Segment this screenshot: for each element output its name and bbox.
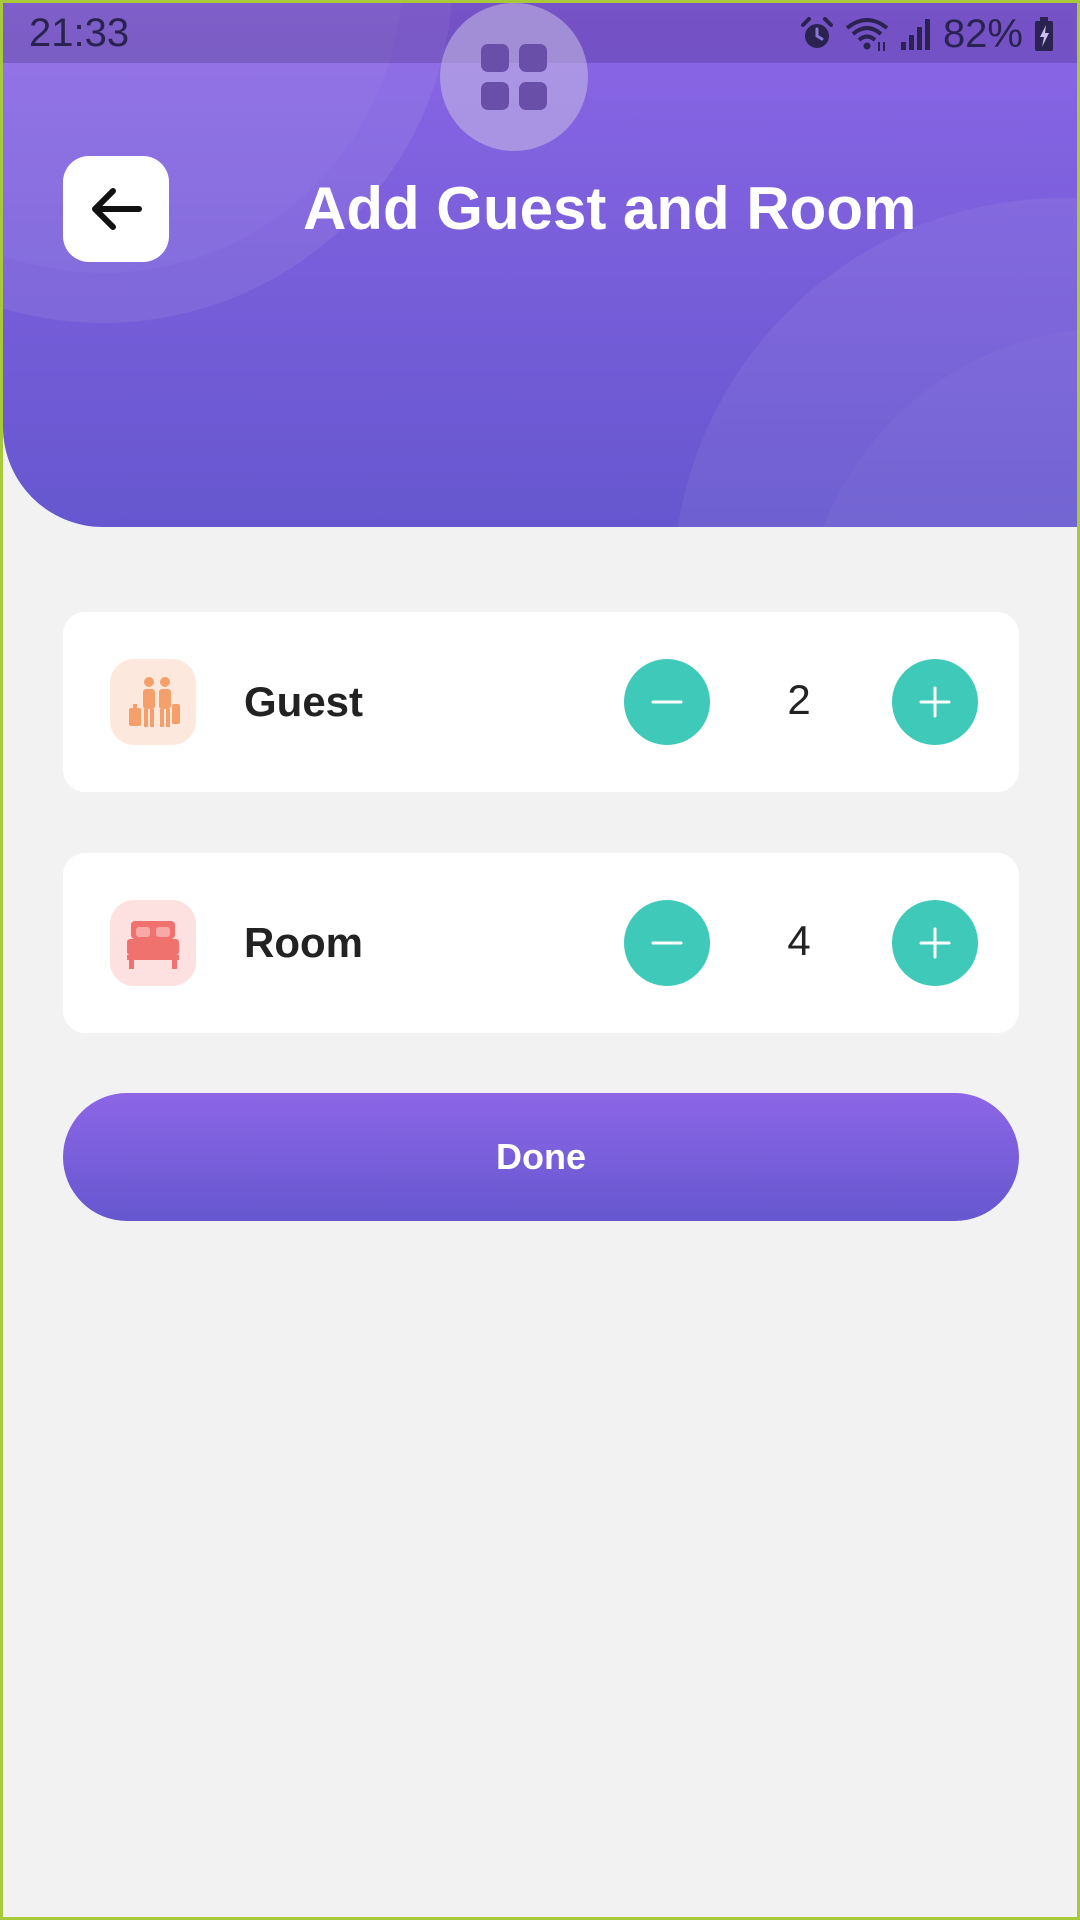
minus-icon [651,941,683,945]
alarm-icon [800,17,833,48]
room-counter-card: Room 4 [63,853,1019,1033]
grid-apps-icon [481,44,547,110]
guests-luggage-icon [129,677,180,727]
guest-label: Guest [244,678,364,725]
page-title: Add Guest and Room [303,175,917,242]
room-icon-tile [110,900,196,986]
plus-icon [919,927,951,959]
room-label: Room [244,919,363,966]
room-decrement-button[interactable] [624,900,710,986]
back-button[interactable] [63,156,169,262]
bed-icon [127,921,179,969]
guest-counter-card: Guest 2 [63,612,1019,792]
battery-charging-icon [1035,17,1053,51]
guest-icon-tile [110,659,196,745]
room-count-value: 4 [787,917,811,964]
floating-apps-button[interactable] [440,3,588,151]
minus-icon [651,700,683,704]
signal-icon [900,19,930,50]
status-icons: 82% [799,11,1055,57]
arrow-left-icon [92,188,142,230]
guest-decrement-button[interactable] [624,659,710,745]
wifi-icon [845,18,889,51]
done-button[interactable]: Done [63,1093,1019,1221]
header-decoration-circle [673,198,1077,527]
guest-count-value: 2 [787,676,811,723]
plus-icon [919,686,951,718]
guest-increment-button[interactable] [892,659,978,745]
battery-percentage: 82% [942,12,1023,56]
status-time: 21:33 [29,11,130,55]
room-increment-button[interactable] [892,900,978,986]
screen: Add Guest and Room 21:33 82% Guest 2 Roo… [3,3,1077,1917]
header-decoration-circle [803,328,1077,527]
